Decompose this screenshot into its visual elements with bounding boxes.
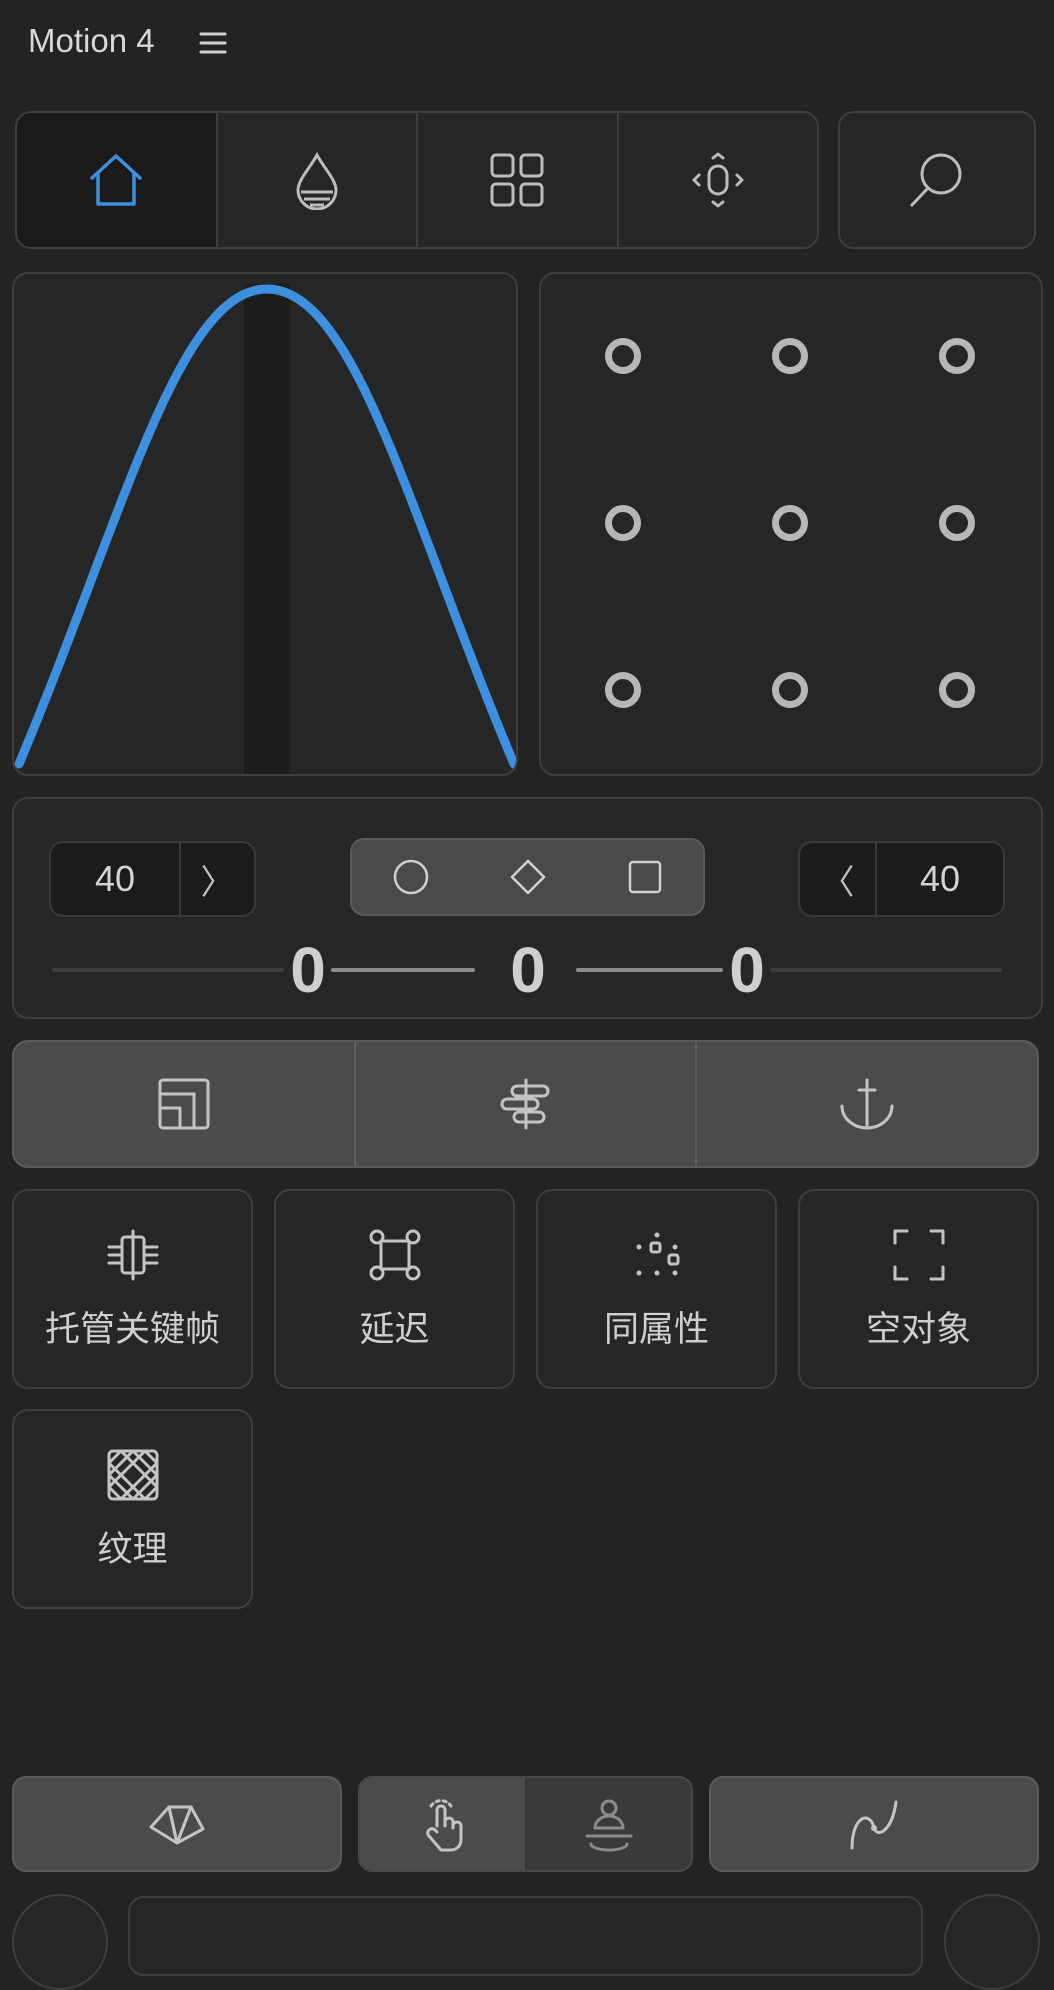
slider-handle-right[interactable]: 0 [727, 938, 767, 1002]
slider-track-left [52, 968, 284, 972]
card-texture[interactable]: 纹理 [12, 1409, 253, 1609]
anchor-point-dot[interactable] [939, 338, 975, 374]
slider-handle-left[interactable]: 0 [288, 938, 328, 1002]
anchor-point-dot[interactable] [772, 505, 808, 541]
anchor-point-dot[interactable] [772, 672, 808, 708]
tap-icon [426, 1799, 463, 1852]
square-shape-icon [628, 860, 661, 894]
anchor-point-dot[interactable] [605, 338, 641, 374]
card-label: 托管关键帧 [44, 1309, 220, 1349]
anchor-button[interactable] [697, 1042, 1037, 1166]
left-value[interactable]: 40 [51, 843, 181, 915]
card-label: 延迟 [359, 1309, 430, 1349]
tap-mode-button[interactable] [360, 1778, 527, 1870]
slider-handle-center[interactable]: 0 [508, 938, 548, 1002]
tab-home[interactable] [17, 113, 218, 247]
texture-icon [107, 1449, 158, 1500]
app-title: Motion 4 [28, 22, 155, 59]
fan-icon [149, 1805, 205, 1845]
anchor-point-dot[interactable] [939, 672, 975, 708]
shape-selector [350, 838, 705, 916]
figure-mode-button[interactable] [527, 1778, 692, 1870]
mode-toggle [358, 1776, 693, 1872]
anchor-point-dot[interactable] [939, 505, 975, 541]
anchor-adjust-icon [692, 152, 744, 208]
circle-shape-button[interactable] [352, 840, 469, 914]
anchor-point-grid [539, 272, 1043, 776]
tab-style[interactable] [218, 113, 418, 247]
right-value[interactable]: 40 [877, 843, 1003, 915]
layer-stack-button[interactable] [14, 1042, 356, 1166]
right-value-stepper[interactable]: 〈 40 [798, 841, 1005, 917]
bottom-right-circle-button[interactable] [944, 1894, 1040, 1990]
null-object-icon [893, 1229, 944, 1280]
slider-track-mid-left [331, 968, 475, 972]
layer-stack-icon [158, 1078, 210, 1130]
square-shape-button[interactable] [586, 840, 703, 914]
main-nav [15, 111, 819, 249]
easing-curve-panel[interactable] [12, 272, 518, 776]
left-increment-arrow[interactable]: 〉 [181, 843, 254, 915]
anchor-point-dot[interactable] [605, 672, 641, 708]
fan-button[interactable] [12, 1776, 342, 1872]
diamond-shape-icon [510, 859, 545, 895]
same-attr-icon [636, 1232, 679, 1275]
card-managed-keyframes[interactable]: 托管关键帧 [12, 1189, 253, 1389]
tab-anchor-adjust[interactable] [619, 113, 818, 247]
card-label: 同属性 [603, 1309, 709, 1349]
drop-icon [296, 151, 338, 210]
command-input[interactable] [128, 1896, 923, 1976]
anchor-icon [840, 1078, 894, 1130]
slider-track-mid-right [576, 968, 723, 972]
search-icon [910, 153, 962, 207]
align-center-icon [500, 1078, 549, 1130]
path-curve-button[interactable] [709, 1776, 1039, 1872]
card-label: 纹理 [97, 1529, 168, 1569]
home-icon [90, 154, 142, 206]
anchor-point-dot[interactable] [605, 505, 641, 541]
delay-icon [369, 1229, 420, 1280]
grid-icon [490, 153, 544, 207]
path-curve-icon [850, 1800, 898, 1850]
align-button[interactable] [356, 1042, 698, 1166]
figure-icon [585, 1799, 633, 1852]
anchor-point-dot[interactable] [772, 338, 808, 374]
left-value-stepper[interactable]: 40 〉 [49, 841, 256, 917]
hamburger-icon[interactable] [198, 30, 228, 56]
right-decrement-arrow[interactable]: 〈 [800, 843, 877, 915]
card-delay[interactable]: 延迟 [274, 1189, 515, 1389]
slider-track-right [770, 968, 1002, 972]
tool-bar [12, 1040, 1039, 1168]
card-null-object[interactable]: 空对象 [798, 1189, 1039, 1389]
keyframe-manage-icon [107, 1229, 158, 1280]
circle-shape-icon [393, 859, 428, 895]
search-button[interactable] [838, 111, 1036, 249]
bottom-left-circle-button[interactable] [12, 1894, 108, 1990]
card-label: 空对象 [865, 1309, 971, 1349]
card-same-attribute[interactable]: 同属性 [536, 1189, 777, 1389]
tab-grid[interactable] [418, 113, 619, 247]
diamond-shape-button[interactable] [469, 840, 586, 914]
